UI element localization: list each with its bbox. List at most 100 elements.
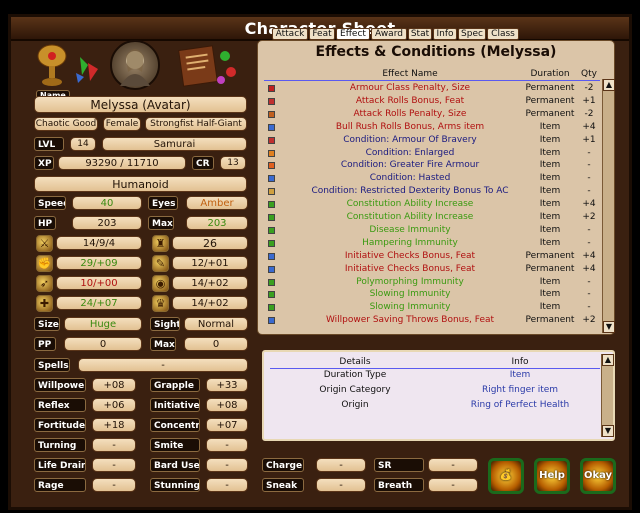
effect-row[interactable]: Initiative Checks Bonus, Feat Permanent +4 (264, 263, 600, 276)
spells-label: Spells (34, 358, 70, 372)
effect-row[interactable]: Willpower Saving Throws Bonus, Feat Perma… (264, 314, 600, 327)
effect-qty: +1 (582, 95, 596, 106)
effect-type-icon (268, 265, 275, 273)
tab-attack[interactable]: Attack (272, 28, 308, 40)
grapple-label: Grapple (150, 378, 200, 392)
strength-value: 29/+09 (56, 256, 142, 270)
initiative-value: +08 (206, 398, 248, 412)
xp-label: XP (34, 156, 54, 170)
effect-row[interactable]: Polymorphing Immunity Item - (264, 276, 600, 289)
effect-duration: Item (539, 289, 561, 300)
effect-row[interactable]: Attack Rolls Bonus, Feat Permanent +1 (264, 95, 600, 108)
details-row[interactable]: Origin Category Right finger item (270, 384, 600, 397)
tab-effect[interactable]: Effect (336, 28, 370, 40)
inventory-bag-button[interactable]: 💰 (488, 458, 524, 494)
lvl-value: 14 (70, 137, 96, 151)
pp-max-value: 0 (184, 337, 248, 351)
effect-row[interactable]: Bull Rush Rolls Bonus, Arms item Item +4 (264, 121, 600, 134)
effect-row[interactable]: Hampering Immunity Item - (264, 237, 600, 250)
details-row[interactable]: Duration Type Item (270, 369, 600, 382)
effect-row[interactable]: Condition: Enlarged Item - (264, 147, 600, 160)
effect-row[interactable]: Slowing Immunity Item - (264, 288, 600, 301)
tab-class[interactable]: Class (487, 28, 519, 40)
tab-feat[interactable]: Feat (309, 28, 335, 40)
effect-name: Disease Immunity (369, 224, 451, 235)
effect-qty: +2 (582, 212, 596, 222)
effect-qty: - (587, 289, 591, 300)
details-scroll-down-icon[interactable]: ▼ (602, 425, 614, 437)
details-scrollbar[interactable]: ▲ ▼ (601, 354, 614, 437)
details-header: Details Info (270, 356, 600, 369)
scroll-up-icon[interactable]: ▲ (603, 79, 615, 91)
effect-row[interactable]: Constitution Ability Increase Item +2 (264, 211, 600, 224)
effect-row[interactable]: Condition: Hasted Item - (264, 172, 600, 185)
effect-type-icon (268, 149, 275, 157)
detail-value: Item (509, 370, 531, 380)
effect-duration: Item (539, 212, 561, 222)
effect-name: Polymorphing Immunity (356, 276, 464, 287)
portrait-avatar[interactable] (110, 40, 160, 90)
constitution-value: 24/+07 (56, 296, 142, 310)
breath-value: - (428, 478, 478, 492)
effect-type-icon (268, 110, 275, 118)
effect-qty: - (587, 147, 591, 158)
effect-duration: Permanent (525, 83, 575, 93)
speed-label: Speed (34, 196, 66, 210)
effect-qty: +4 (582, 250, 596, 261)
effect-qty: +4 (582, 199, 596, 210)
details-scroll-up-icon[interactable]: ▲ (602, 354, 614, 366)
effect-row[interactable]: Condition: Greater Fire Armour Item - (264, 159, 600, 172)
effect-duration: Item (539, 134, 561, 145)
effect-qty: - (587, 302, 591, 313)
effect-type-icon (268, 97, 275, 105)
reflex-label: Reflex (34, 398, 86, 412)
effect-qty: +4 (582, 121, 596, 132)
effect-row[interactable]: Constitution Ability Increase Item +4 (264, 198, 600, 211)
effect-row[interactable]: Initiative Checks Bonus, Feat Permanent +4 (264, 250, 600, 263)
effect-name: Attack Rolls Penalty, Size (353, 108, 467, 119)
effect-qty: - (587, 237, 591, 248)
effect-qty: - (587, 160, 591, 171)
effects-scrollbar[interactable]: ▲ ▼ (602, 79, 615, 333)
effect-name: Condition: Enlarged (365, 147, 455, 158)
effect-row[interactable]: Attack Rolls Penalty, Size Permanent -2 (264, 108, 600, 121)
effect-name: Slowing Immunity (369, 289, 451, 300)
tab-info[interactable]: Info (433, 28, 457, 40)
rage-label: Rage (34, 478, 86, 492)
constitution-icon: ✚ (36, 295, 53, 312)
tab-award[interactable]: Award (371, 28, 407, 40)
help-button[interactable]: Help (534, 458, 570, 494)
scroll-down-icon[interactable]: ▼ (603, 321, 615, 333)
effect-duration: Item (539, 224, 561, 235)
col-effect-name: Effect Name (382, 69, 438, 79)
effect-type-icon (268, 239, 275, 247)
effect-duration: Item (539, 186, 561, 197)
effect-type-icon (268, 175, 275, 183)
tab-stat[interactable]: Stat (408, 28, 432, 40)
xp-value: 93290 / 11710 (58, 156, 186, 170)
effect-row[interactable]: Armour Class Penalty, Size Permanent -2 (264, 82, 600, 95)
okay-button[interactable]: Okay (580, 458, 616, 494)
effect-name: Attack Rolls Bonus, Feat (355, 95, 465, 106)
hp-max-label: Max (148, 216, 174, 230)
effect-row[interactable]: Condition: Restricted Dexterity Bonus To… (264, 185, 600, 198)
effect-type-icon (268, 136, 275, 144)
effect-row[interactable]: Slowing Immunity Item - (264, 301, 600, 314)
effect-qty: -2 (584, 83, 594, 93)
detail-key: Duration Type (323, 370, 387, 380)
effects-title: Effects & Conditions (Melyssa) (315, 44, 557, 60)
charisma-value: 14/+02 (172, 296, 248, 310)
effect-name: Condition: Restricted Dexterity Bonus To… (311, 186, 509, 197)
tab-spec[interactable]: Spec (458, 28, 486, 40)
effect-name: Slowing Immunity (369, 302, 451, 313)
attack-stats-icon: ⚔ (36, 235, 53, 252)
defense-icon: ♜ (152, 235, 169, 252)
effect-row[interactable]: Disease Immunity Item - (264, 224, 600, 237)
sr-label: SR (374, 458, 424, 472)
intelligence-icon: ✎ (152, 255, 169, 272)
initiative-label: Initiative (150, 398, 200, 412)
effect-row[interactable]: Condition: Armour Of Bravery Item +1 (264, 134, 600, 147)
details-row[interactable]: Origin Ring of Perfect Health (270, 399, 600, 412)
effect-type-icon (268, 123, 275, 131)
fortitude-label: Fortitude (34, 418, 86, 432)
